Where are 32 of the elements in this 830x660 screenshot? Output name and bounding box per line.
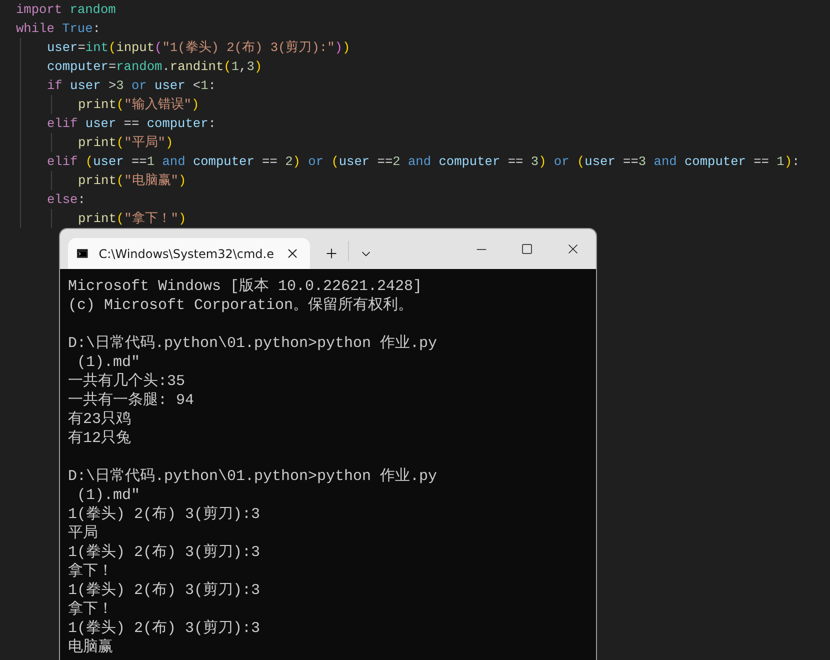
code-line: elif (user ==1 and computer == 2) or (user ==2 and computer == 3) or (user ==3 and computer == 1): (47, 153, 801, 171)
code-line: else: (47, 191, 86, 209)
terminal-tab[interactable]: C:\Windows\System32\cmd.e (68, 238, 310, 269)
console-line: 有23只鸡 (68, 410, 132, 429)
console-line: 有12只兔 (68, 429, 132, 448)
console-line: 拿下！ (68, 562, 114, 581)
code-line: while True: (16, 20, 102, 38)
code-line: elif user == computer: (47, 115, 217, 133)
code-line: if user >3 or user <1: (47, 77, 217, 95)
console-line: 一共有一条腿: 94 (68, 391, 196, 410)
code-line: computer=random.randint(1,3) (47, 58, 264, 76)
console-line: 电脑赢 (68, 638, 114, 657)
console-line: 拿下！ (68, 600, 114, 619)
console-line: 1(拳头) 2(布) 3(剪刀):3 (68, 581, 262, 600)
console-line: 1(拳头) 2(布) 3(剪刀):3 (68, 619, 262, 638)
code-line: print("拿下！") (78, 210, 188, 228)
console-line: D:\日常代码.python\01.python>python 作业.py (68, 467, 438, 486)
console-line: (c) Microsoft Corporation。保留所有权利。 (68, 296, 414, 315)
console-line: Microsoft Windows [版本 10.0.22621.2428] (68, 277, 424, 296)
console-line: 平局 (68, 524, 99, 543)
terminal-icon (77, 247, 88, 260)
console-line: D:\日常代码.python\01.python>python 作业.py (68, 334, 438, 353)
console-line: 一共有几个头:35 (68, 372, 186, 391)
code-line: print("电脑赢") (78, 172, 188, 190)
code-line: print("平局") (78, 134, 174, 152)
console-line: 1(拳头) 2(布) 3(剪刀):3 (68, 505, 262, 524)
code-line: user=int(input("1(拳头) 2(布) 3(剪刀):")) (47, 39, 352, 57)
console-line: (1).md" (76, 353, 142, 372)
console-line: 1(拳头) 2(布) 3(剪刀):3 (68, 543, 262, 562)
console-line: (1).md" (76, 486, 142, 505)
code-line: print("输入错误") (78, 96, 200, 114)
code-line: import random (16, 1, 117, 19)
